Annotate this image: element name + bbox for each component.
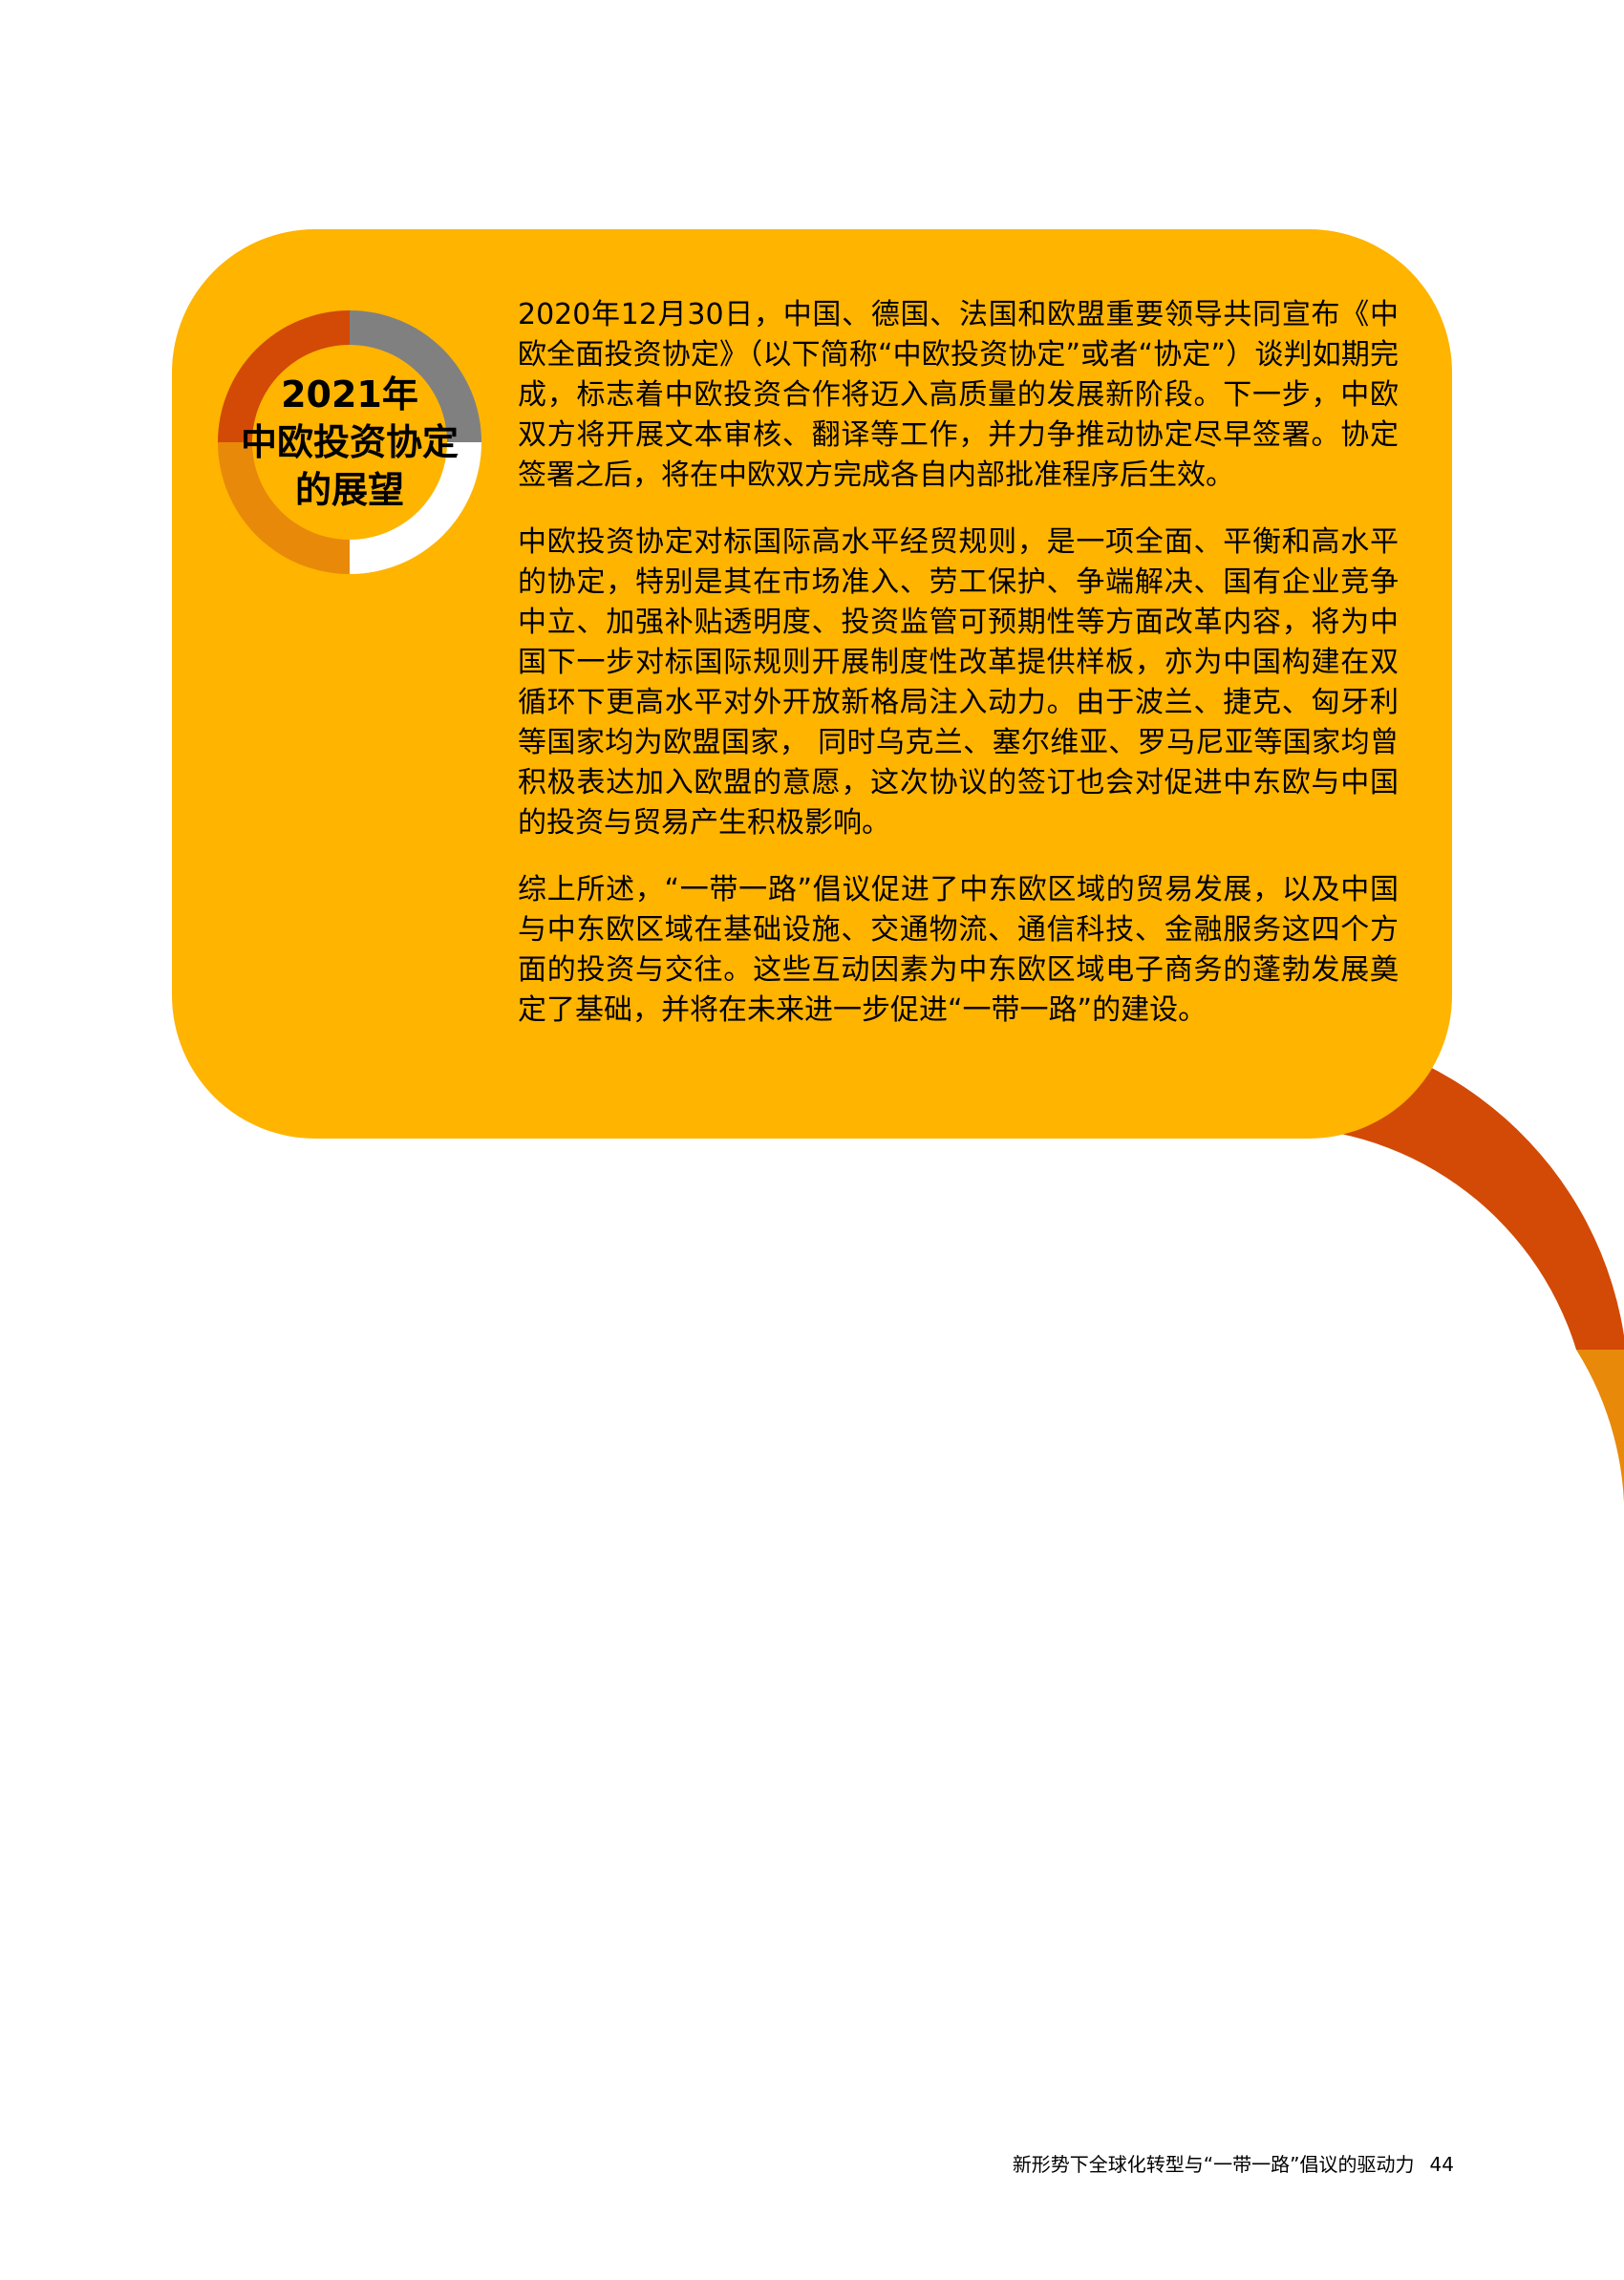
body-paragraph-3: 综上所述，“一带一路”倡议促进了中东欧区域的贸易发展，以及中国与中东欧区域在基础…	[518, 873, 1399, 1027]
body-paragraph-2: 中欧投资协定对标国际高水平经贸规则，是一项全面、平衡和高水平的协定，特别是其在市…	[518, 525, 1399, 840]
callout-title-line-2: 中欧投资协定	[240, 421, 459, 463]
page-number: 44	[1429, 2153, 1454, 2176]
callout-body: 2020年12月30日，中国、德国、法国和欧盟重要领导共同宣布《中欧全面投资协定…	[518, 295, 1399, 1057]
decorative-arc-light-segment	[1576, 1350, 1624, 1531]
page-footer: 新形势下全球化转型与“一带一路”倡议的驱动力 44	[1013, 2149, 1454, 2177]
footer-running-title: 新形势下全球化转型与“一带一路”倡议的驱动力	[1012, 2153, 1415, 2176]
body-paragraph-1: 2020年12月30日，中国、德国、法国和欧盟重要领导共同宣布《中欧全面投资协定…	[518, 298, 1399, 492]
callout-title-line-1: 2021年	[281, 373, 418, 416]
callout-title-line-3: 的展望	[294, 469, 404, 511]
callout-title: 2021年 中欧投资协定 的展望	[218, 371, 481, 514]
